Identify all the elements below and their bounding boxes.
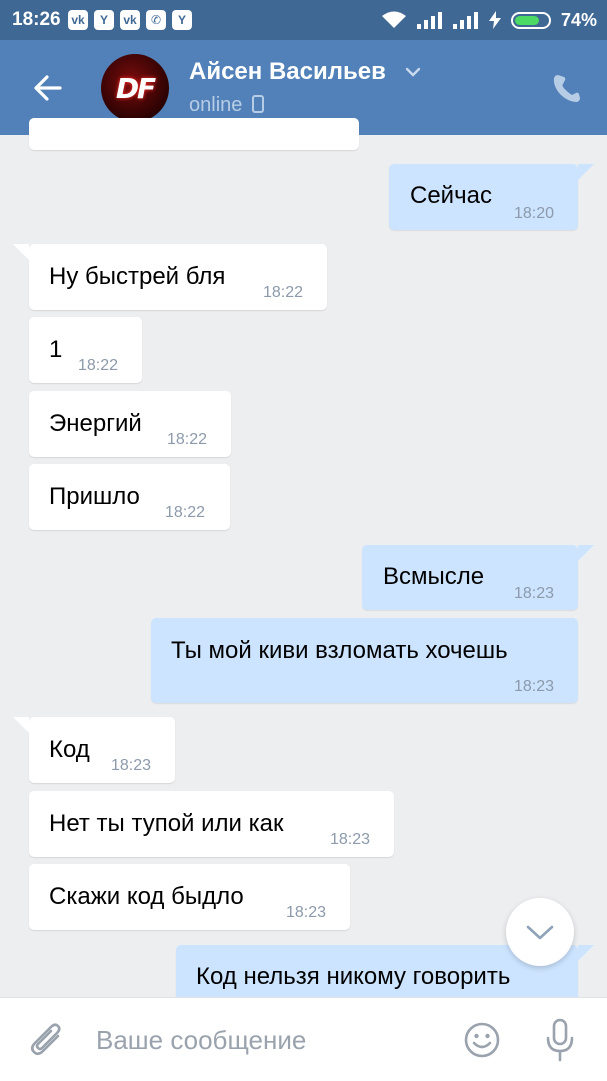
message-outgoing[interactable]: Ты мой киви взломать хочешь 18:23 bbox=[151, 618, 578, 703]
mobile-icon bbox=[251, 95, 264, 113]
phone-icon[interactable] bbox=[550, 72, 584, 106]
avatar[interactable]: DF bbox=[101, 54, 169, 122]
message-time: 18:22 bbox=[167, 431, 208, 448]
message-time: 18:22 bbox=[165, 504, 206, 521]
message-time: 18:22 bbox=[78, 357, 119, 374]
yandex-icon: Y bbox=[172, 10, 192, 30]
message-text: 1 bbox=[49, 336, 63, 363]
emoji-icon[interactable] bbox=[463, 1021, 501, 1059]
message-incoming[interactable] bbox=[29, 118, 359, 150]
paperclip-icon[interactable] bbox=[28, 1020, 66, 1060]
status-time: 18:26 bbox=[12, 9, 61, 30]
status-bar: 18:26 vk Y vk ✆ Y 74% bbox=[0, 0, 607, 40]
yandex-icon: Y bbox=[94, 10, 114, 30]
viber-icon: ✆ bbox=[146, 10, 166, 30]
message-text: Нет ты тупой или как bbox=[49, 810, 284, 837]
message-text: Код нельзя никому говорить bbox=[196, 963, 511, 990]
bubble-tail bbox=[13, 244, 29, 260]
battery-percent: 74% bbox=[560, 9, 597, 30]
message-time: 18:23 bbox=[330, 831, 371, 848]
message-text: Скажи код быдло bbox=[49, 883, 244, 910]
message-time: 18:22 bbox=[263, 284, 304, 301]
message-incoming[interactable]: Код 18:23 bbox=[13, 717, 175, 783]
scroll-down-button[interactable] bbox=[506, 898, 574, 966]
message-text: Всмысле bbox=[383, 563, 485, 590]
bubble-tail bbox=[578, 945, 594, 961]
message-text: Пришло bbox=[49, 483, 140, 510]
message-text: Ну быстрей бля bbox=[49, 263, 226, 290]
message-outgoing[interactable]: Всмысле 18:23 bbox=[362, 545, 594, 610]
message-text: Ты мой киви взломать хочешь bbox=[171, 637, 508, 664]
message-incoming[interactable]: 1 18:22 bbox=[29, 317, 142, 383]
message-input[interactable] bbox=[96, 1020, 436, 1060]
avatar-logo: DF bbox=[115, 71, 156, 105]
vk-icon: vk bbox=[120, 10, 140, 30]
battery-icon bbox=[510, 11, 551, 29]
contact-name[interactable]: Айсен Васильев bbox=[189, 58, 386, 86]
message-time: 18:23 bbox=[514, 678, 555, 695]
bubble-tail bbox=[578, 545, 594, 561]
message-time: 18:23 bbox=[286, 904, 327, 921]
message-incoming[interactable]: Энергий 18:22 bbox=[29, 391, 231, 457]
message-text: Энергий bbox=[49, 410, 142, 437]
charging-icon bbox=[488, 11, 501, 29]
chevron-down-icon bbox=[526, 925, 554, 940]
microphone-icon[interactable] bbox=[543, 1018, 577, 1062]
status-indicators: 74% bbox=[381, 8, 597, 32]
message-text: Код bbox=[49, 736, 90, 763]
message-incoming[interactable]: Пришло 18:22 bbox=[29, 464, 230, 530]
battery-level bbox=[514, 15, 539, 25]
contact-status: online bbox=[189, 94, 264, 117]
message-incoming[interactable]: Скажи код быдло 18:23 bbox=[29, 864, 350, 930]
message-text: Сейчас bbox=[410, 182, 492, 209]
signal-icon bbox=[452, 12, 478, 29]
chevron-down-icon[interactable] bbox=[405, 66, 421, 78]
wifi-icon bbox=[381, 11, 406, 28]
message-time: 18:23 bbox=[111, 757, 152, 774]
message-incoming[interactable]: Ну быстрей бля 18:22 bbox=[13, 244, 327, 310]
back-arrow-icon[interactable] bbox=[28, 68, 68, 108]
bubble-tail bbox=[13, 717, 29, 733]
message-composer bbox=[0, 997, 607, 1081]
message-outgoing[interactable]: Сейчас 18:20 bbox=[389, 164, 594, 230]
signal-icon bbox=[416, 12, 442, 29]
vk-icon: vk bbox=[68, 10, 88, 30]
message-incoming[interactable]: Нет ты тупой или как 18:23 bbox=[29, 791, 394, 857]
message-time: 18:20 bbox=[514, 205, 555, 222]
bubble-tail bbox=[578, 164, 594, 180]
message-time: 18:23 bbox=[514, 585, 555, 602]
